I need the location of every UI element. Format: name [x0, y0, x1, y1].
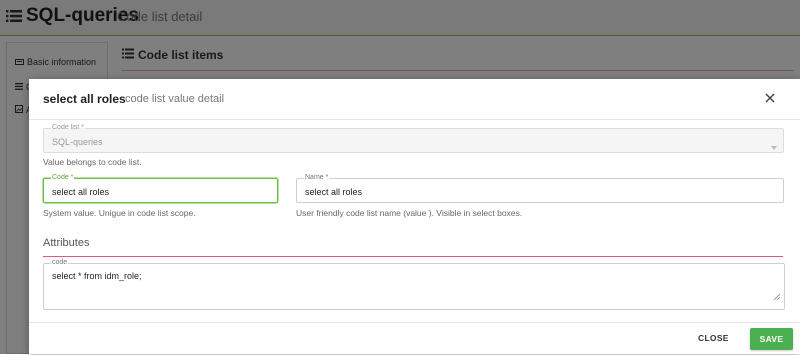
chevron-down-icon [771, 137, 777, 155]
modal-footer: CLOSE SAVE [29, 322, 800, 355]
code-list-help: Value belongs to code list. [43, 157, 142, 167]
code-list-value: SQL-queries [52, 137, 103, 147]
code-attribute-textarea[interactable]: code select * from idm_role; [43, 258, 785, 310]
code-attribute-label: code [51, 258, 69, 268]
attributes-title: Attributes [43, 237, 90, 249]
close-button[interactable]: CLOSE [698, 333, 729, 343]
code-list-label: Code list * [51, 123, 85, 133]
close-icon[interactable] [760, 88, 780, 108]
modal-title: select all roles [43, 92, 126, 106]
name-help: User friendly code list name (value ). V… [296, 208, 523, 218]
code-list-select[interactable]: Code list * SQL-queries [43, 123, 784, 155]
code-list-value-dialog: select all roles code list value detail … [29, 79, 800, 354]
name-value: select all roles [305, 187, 363, 197]
save-button[interactable]: SAVE [750, 328, 793, 350]
resize-grip-icon[interactable] [773, 287, 781, 305]
code-help: System value. Unigue in code list scope. [43, 208, 196, 218]
name-field[interactable]: Name * select all roles [296, 173, 784, 203]
code-label: Code * [51, 173, 75, 183]
attributes-divider [43, 256, 783, 257]
modal-header: select all roles code list value detail [29, 79, 800, 120]
code-field[interactable]: Code * select all roles [43, 173, 278, 203]
code-attribute-value: select * from idm_role; [52, 271, 142, 281]
code-value: select all roles [52, 187, 110, 197]
name-label: Name * [304, 173, 330, 183]
modal-subtitle: code list value detail [125, 93, 225, 105]
